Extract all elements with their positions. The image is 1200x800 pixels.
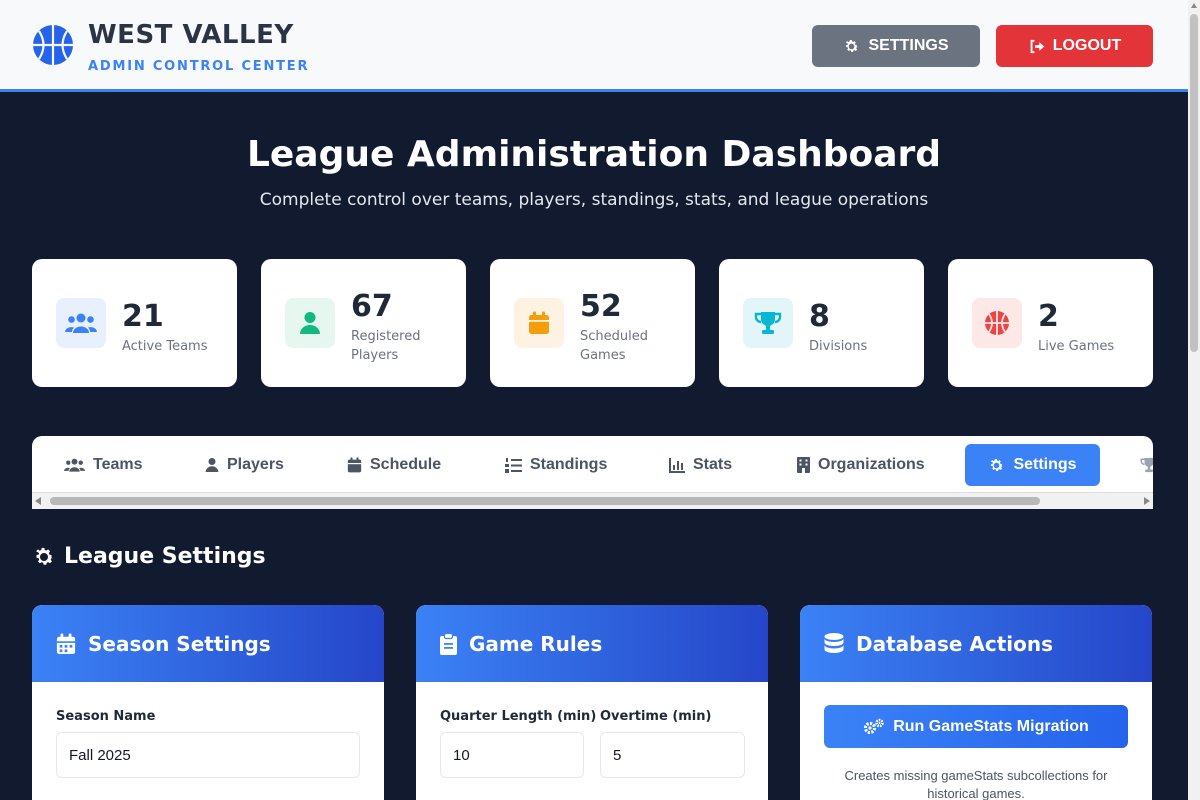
gear-icon (36, 547, 54, 565)
page-title: League Administration Dashboard (246, 134, 942, 175)
stat-value: 52 (580, 289, 622, 324)
tab-label: Standings (530, 456, 608, 473)
gear-icon (991, 458, 1004, 471)
panel-header: Season Settings (32, 605, 384, 682)
stat-value: 21 (122, 299, 164, 334)
basketball-icon (972, 298, 1022, 348)
tab-settings[interactable]: Settings (965, 444, 1100, 486)
scroll-thumb[interactable] (50, 497, 1040, 505)
section-title: League Settings (32, 544, 266, 569)
page-subtitle: Complete control over teams, players, st… (259, 190, 929, 210)
scroll-right-icon[interactable] (1144, 497, 1150, 505)
tab-schedule[interactable]: Schedule (331, 444, 457, 486)
stat-card-games: 52 Scheduled Games (490, 259, 695, 387)
tab-label: Stats (693, 456, 733, 473)
migration-description: Creates missing gameStats subcollections… (844, 768, 1108, 800)
calendar-icon (56, 633, 76, 654)
tab-players[interactable]: Players (189, 444, 300, 486)
stat-card-divisions: 8 Divisions (719, 259, 924, 387)
stat-card-teams: 21 Active Teams (32, 259, 237, 387)
trophy-icon (1140, 457, 1153, 473)
panel-title: Season Settings (88, 631, 271, 656)
panel-title: Database Actions (856, 631, 1054, 656)
tab-label: Organizations (818, 456, 925, 473)
tab-label: Players (227, 456, 284, 473)
tab-stats[interactable]: Stats (653, 444, 748, 486)
calendar-icon (514, 298, 564, 348)
season-name-label: Season Name (56, 709, 156, 724)
logout-label: LOGOUT (1052, 37, 1122, 54)
stat-card-players: 67 Registered Players (261, 259, 466, 387)
database-actions-panel: Database Actions Run GameStats Migration… (800, 605, 1152, 800)
clipboard-icon (440, 632, 457, 655)
run-migration-button[interactable]: Run GameStats Migration (824, 705, 1128, 748)
stat-label: Divisions (809, 339, 868, 354)
section-title-text: League Settings (64, 544, 266, 569)
tab-label: Settings (1013, 456, 1077, 473)
list-ordered-icon (505, 457, 522, 473)
header-settings-label: SETTINGS (868, 37, 949, 54)
panel-title: Game Rules (469, 631, 603, 656)
stat-value: 67 (351, 289, 393, 324)
calendar-icon (347, 457, 362, 473)
tab-standings[interactable]: Standings (489, 444, 623, 486)
tab-overflow[interactable] (1124, 444, 1153, 486)
app-header: WEST VALLEY ADMIN CONTROL CENTER SETTING… (0, 0, 1188, 92)
stat-label: Live Games (1038, 339, 1115, 354)
overtime-input[interactable] (600, 732, 745, 778)
user-icon (205, 458, 219, 472)
stat-label: Active Teams (122, 339, 208, 354)
stat-label: Registered Players (351, 329, 421, 363)
stat-value: 2 (1038, 299, 1059, 334)
users-icon (64, 458, 85, 472)
tab-label: Teams (93, 456, 143, 473)
trophy-icon (743, 298, 793, 348)
panel-header: Game Rules (416, 605, 768, 682)
bar-chart-icon (669, 457, 685, 473)
panel-header: Database Actions (800, 605, 1152, 682)
building-icon (797, 457, 810, 473)
quarter-length-input[interactable] (440, 732, 584, 778)
brand-subtitle: ADMIN CONTROL CENTER (88, 59, 310, 74)
scroll-left-icon[interactable] (35, 497, 41, 505)
users-icon (56, 298, 106, 348)
tab-organizations[interactable]: Organizations (781, 444, 941, 486)
basketball-logo-icon (33, 25, 73, 65)
stat-label: Scheduled Games (580, 329, 648, 363)
season-name-input[interactable] (56, 732, 360, 778)
tabs-scrollbar[interactable] (32, 492, 1153, 509)
admin-tabs: Teams Players Schedule Standings Stats O… (32, 436, 1153, 509)
database-icon (824, 632, 844, 653)
quarter-length-label: Quarter Length (min) (440, 709, 597, 724)
logout-icon (1030, 39, 1045, 53)
stat-card-live: 2 Live Games (948, 259, 1153, 387)
logout-button[interactable]: LOGOUT (996, 25, 1153, 67)
tab-label: Schedule (370, 456, 442, 473)
season-settings-panel: Season Settings Season Name (32, 605, 384, 800)
user-icon (285, 298, 335, 348)
gears-icon (864, 718, 885, 734)
tab-teams[interactable]: Teams (48, 444, 159, 486)
stat-value: 8 (809, 299, 830, 334)
game-rules-panel: Game Rules Quarter Length (min) Overtime… (416, 605, 768, 800)
run-migration-label: Run GameStats Migration (893, 717, 1089, 735)
gear-icon (846, 39, 859, 52)
page-scrollbar[interactable] (1188, 0, 1200, 800)
header-settings-button[interactable]: SETTINGS (812, 25, 980, 67)
brand-title: WEST VALLEY (88, 20, 294, 50)
overtime-label: Overtime (min) (600, 709, 712, 724)
